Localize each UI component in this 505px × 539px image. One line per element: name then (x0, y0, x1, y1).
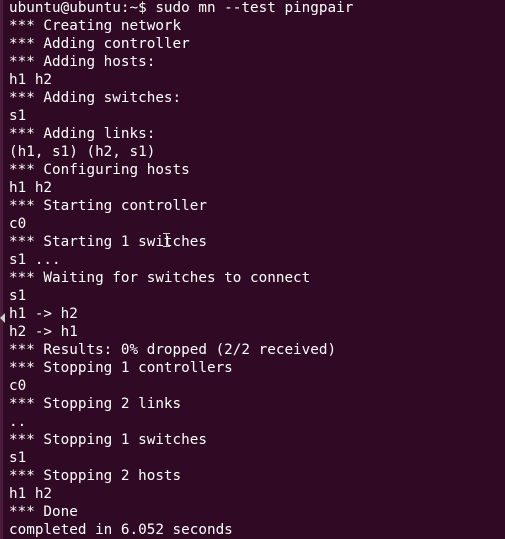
terminal-line: *** Done (9, 504, 78, 520)
terminal-line: *** Adding switches: (9, 90, 182, 106)
terminal-line: *** Waiting for switches to connect (9, 270, 311, 286)
terminal-line: (h1, s1) (h2, s1) (9, 144, 156, 160)
mouse-ibeam-cursor-icon (163, 233, 170, 247)
terminal-line: *** Stopping 2 hosts (9, 468, 182, 484)
terminal-window[interactable]: ubuntu@ubuntu:~$ sudo mn --test pingpair… (0, 0, 505, 539)
terminal-line: h1 -> h2 (9, 306, 78, 322)
terminal-line: completed in 6.052 seconds (9, 522, 233, 538)
terminal-line: *** Stopping 1 switches (9, 432, 207, 448)
terminal-line: s1 ... (9, 252, 61, 268)
terminal-line: *** Stopping 1 controllers (9, 360, 233, 376)
terminal-line: *** Starting controller (9, 198, 207, 214)
terminal-line: *** Adding links: (9, 126, 156, 142)
resize-handle-icon[interactable] (0, 313, 5, 323)
terminal-line-command: ubuntu@ubuntu:~$ sudo mn --test pingpair (9, 0, 354, 16)
terminal-line: h2 -> h1 (9, 324, 78, 340)
terminal-line: *** Adding controller (9, 36, 190, 52)
terminal-line: h1 h2 (9, 180, 53, 196)
terminal-line: *** Results: 0% dropped (2/2 received) (9, 342, 337, 358)
terminal-line: *** Creating network (9, 18, 182, 34)
terminal-line: h1 h2 (9, 72, 53, 88)
terminal-output[interactable]: ubuntu@ubuntu:~$ sudo mn --test pingpair… (9, 0, 353, 539)
terminal-line: .. (9, 414, 27, 430)
window-left-border (0, 0, 3, 539)
terminal-line: h1 h2 (9, 486, 53, 502)
terminal-line: *** Configuring hosts (9, 162, 190, 178)
terminal-line: *** Adding hosts: (9, 54, 156, 70)
terminal-line: s1 (9, 288, 27, 304)
terminal-line: *** Stopping 2 links (9, 396, 182, 412)
terminal-line: *** Starting 1 switches (9, 234, 207, 250)
terminal-line: s1 (9, 450, 27, 466)
terminal-line: s1 (9, 108, 27, 124)
terminal-line: c0 (9, 216, 27, 232)
terminal-line: c0 (9, 378, 27, 394)
